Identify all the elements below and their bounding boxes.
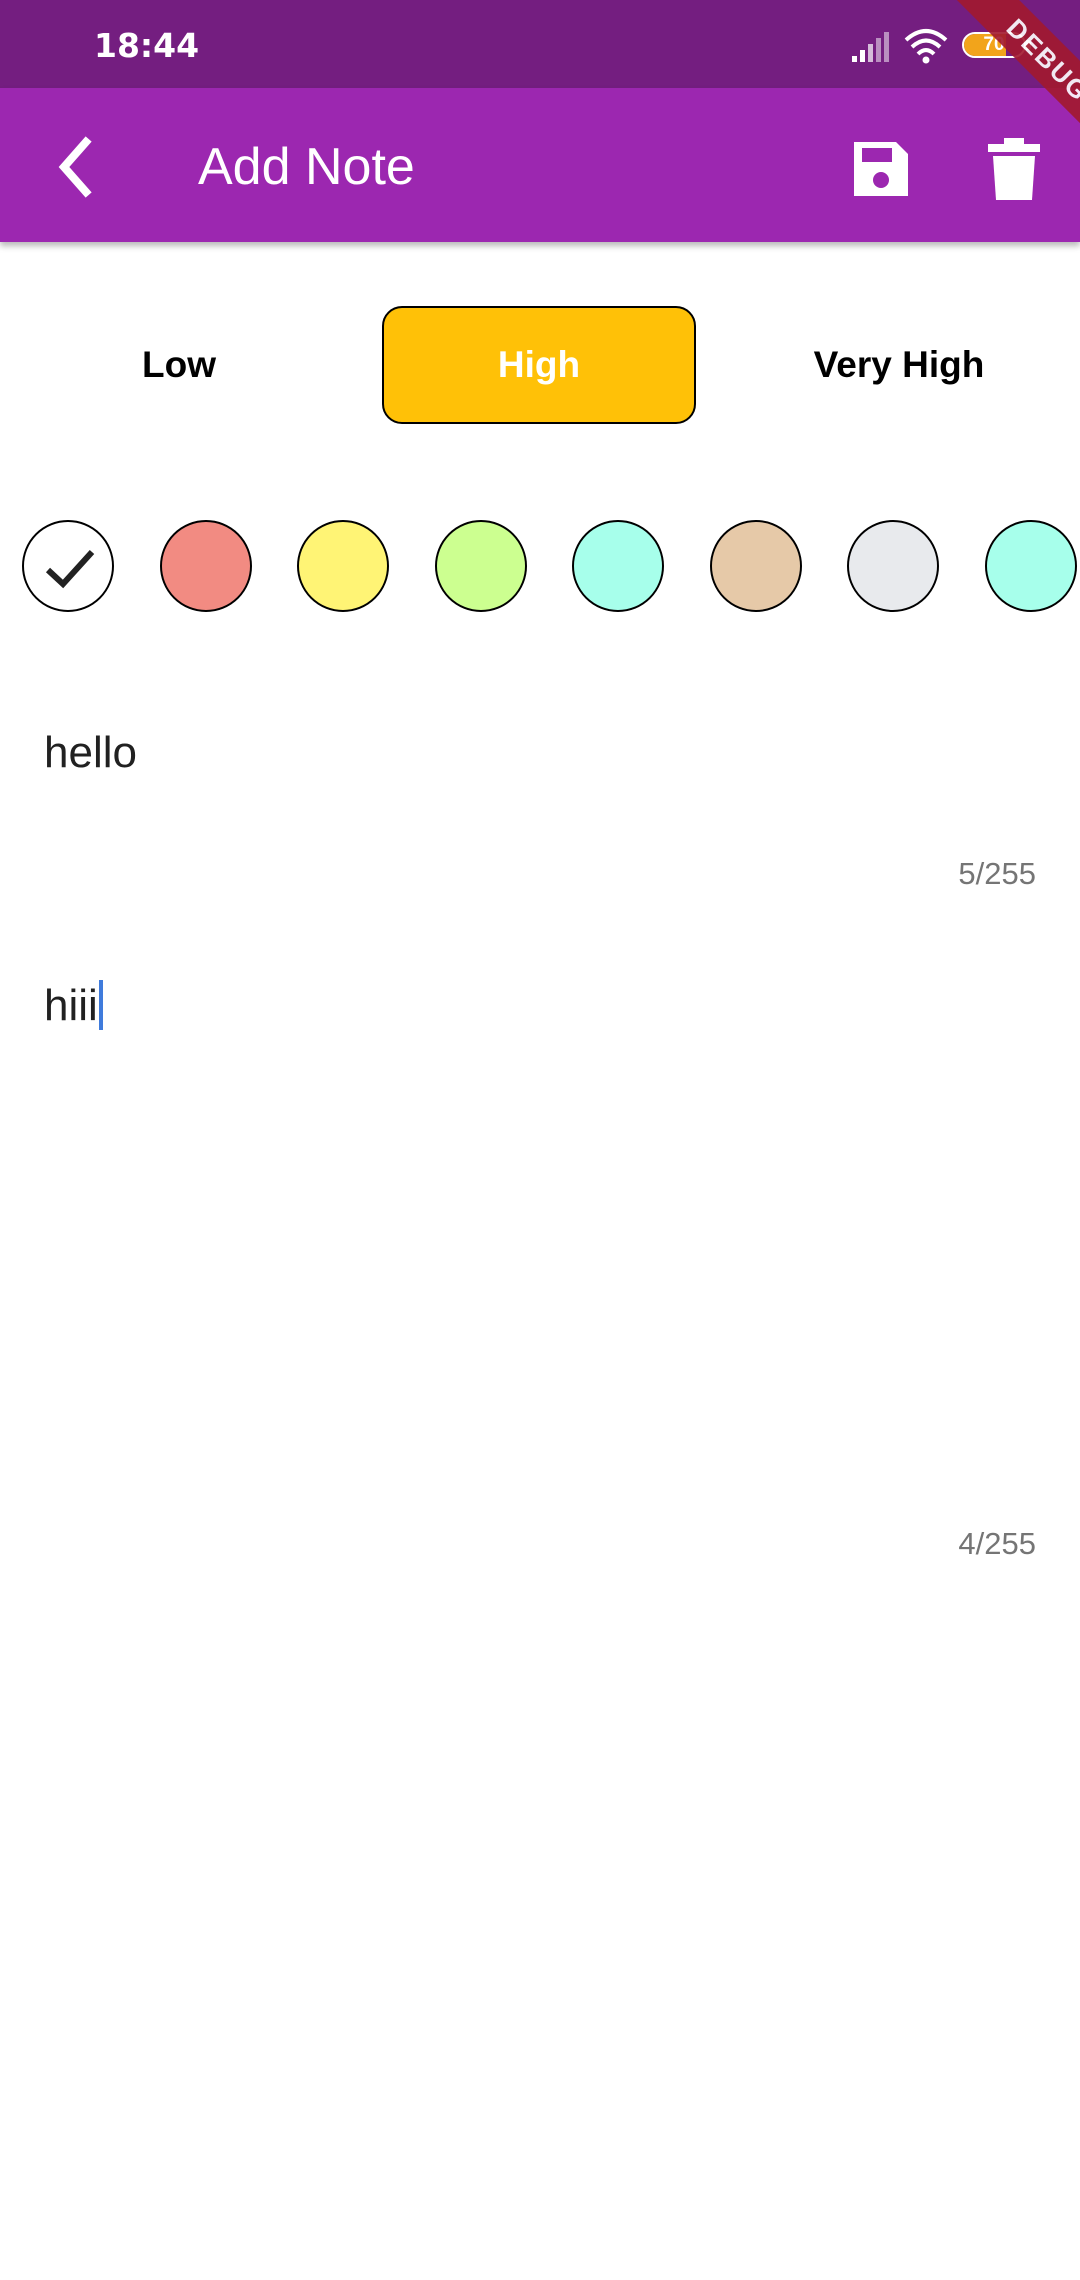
color-swatch-white[interactable] (22, 520, 114, 612)
wifi-icon (904, 29, 948, 64)
color-swatch-brown[interactable] (710, 520, 802, 612)
description-input[interactable]: hiii (44, 980, 103, 1031)
color-swatch-red[interactable] (160, 520, 252, 612)
description-value: hiii (44, 981, 98, 1030)
priority-low[interactable]: Low (22, 306, 336, 424)
title-input[interactable]: hello (44, 728, 137, 778)
color-swatch-yellow[interactable] (297, 520, 389, 612)
trash-icon[interactable] (984, 134, 1044, 204)
priority-high[interactable]: High (382, 306, 696, 424)
save-icon[interactable] (848, 136, 914, 202)
back-arrow-icon[interactable] (40, 130, 114, 204)
color-swatch-green[interactable] (435, 520, 527, 612)
app-bar: Add Note (0, 88, 1080, 242)
status-time: 18:44 (94, 26, 200, 65)
priority-very-high[interactable]: Very High (742, 306, 1056, 424)
color-swatch-gray[interactable] (847, 520, 939, 612)
title-counter: 5/255 (958, 856, 1036, 891)
description-counter: 4/255 (958, 1526, 1036, 1561)
check-icon (45, 549, 95, 589)
color-swatch-teal[interactable] (572, 520, 664, 612)
signal-icon (852, 32, 889, 62)
color-swatch-aqua[interactable] (985, 520, 1077, 612)
page-title: Add Note (198, 138, 415, 196)
text-cursor (98, 980, 103, 1030)
status-bar: 18:44 70 (0, 0, 1080, 88)
